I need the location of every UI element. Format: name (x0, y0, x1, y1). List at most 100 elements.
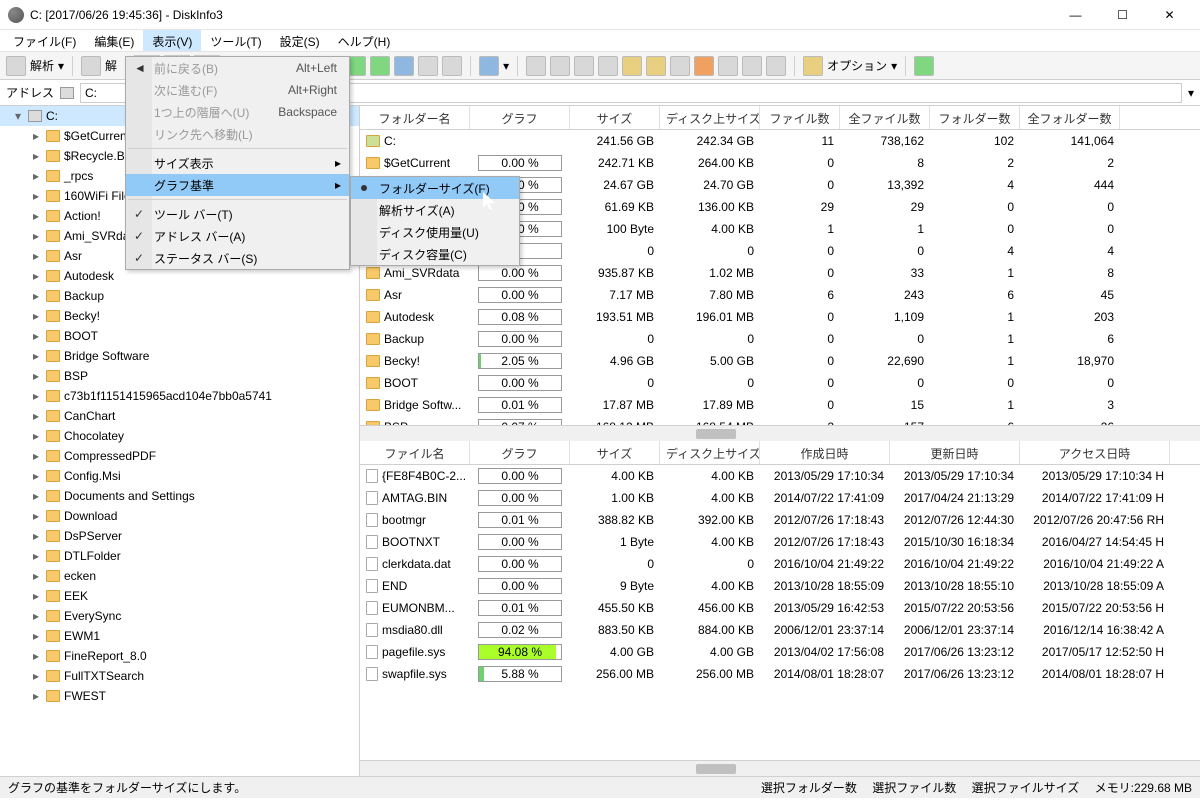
tree-item[interactable]: ▸EWM1 (0, 626, 359, 646)
folder-hscroll[interactable] (360, 425, 1200, 441)
tree-item[interactable]: ▸Config.Msi (0, 466, 359, 486)
tree-item[interactable]: ▸EEK (0, 586, 359, 606)
menu-link[interactable]: リンク先へ移動(L) (126, 123, 349, 145)
view-dropdown[interactable]: ◄前に戻る(B)Alt+Left 次に進む(F)Alt+Right 1つ上の階層… (125, 56, 350, 270)
table-row[interactable]: $GetCurrent0.00 %242.71 KB264.00 KB0822 (360, 152, 1200, 174)
graph-basis-submenu[interactable]: フォルダーサイズ(F) 解析サイズ(A) ディスク使用量(U) ディスク容量(C… (350, 176, 520, 266)
tool2-icon[interactable] (550, 56, 570, 76)
column-header[interactable]: フォルダー名 (360, 106, 470, 129)
address-dropdown-icon[interactable]: ▾ (1188, 86, 1194, 100)
tool6-icon[interactable] (646, 56, 666, 76)
tree-item[interactable]: ▸c73b1f1151415965acd104e7bb0a5741 (0, 386, 359, 406)
column-header[interactable]: グラフ (470, 441, 570, 464)
options-label[interactable]: オプション (827, 57, 887, 74)
menu-forward[interactable]: 次に進む(F)Alt+Right (126, 79, 349, 101)
menu-file[interactable]: ファイル(F) (4, 30, 85, 51)
column-header[interactable]: ファイル名 (360, 441, 470, 464)
column-header[interactable]: ディスク上サイズ (660, 441, 760, 464)
table-row[interactable]: END0.00 %9 Byte4.00 KB2013/10/28 18:55:0… (360, 575, 1200, 597)
table-row[interactable]: BOOT0.00 %000000 (360, 372, 1200, 394)
stop-icon[interactable] (81, 56, 101, 76)
tree-item[interactable]: ▸BSP (0, 366, 359, 386)
menu-size-display[interactable]: サイズ表示▸ (126, 152, 349, 174)
file-hscroll[interactable] (360, 760, 1200, 776)
table-row[interactable]: Autodesk0.08 %193.51 MB196.01 MB01,10912… (360, 306, 1200, 328)
clipboard-icon[interactable] (742, 56, 762, 76)
table-row[interactable]: Becky!2.05 %4.96 GB5.00 GB022,690118,970 (360, 350, 1200, 372)
table-row[interactable]: Asr0.00 %7.17 MB7.80 MB6243645 (360, 284, 1200, 306)
menu-edit[interactable]: 編集(E) (85, 30, 143, 51)
tool1-icon[interactable] (526, 56, 546, 76)
submenu-disk-used[interactable]: ディスク使用量(U) (351, 221, 519, 243)
menu-back[interactable]: ◄前に戻る(B)Alt+Left (126, 57, 349, 79)
analyze-label[interactable]: 解析 (30, 57, 54, 74)
tool8-icon[interactable] (718, 56, 738, 76)
table-row[interactable]: Bridge Softw...0.01 %17.87 MB17.89 MB015… (360, 394, 1200, 416)
menu-settings[interactable]: 設定(S) (271, 30, 329, 51)
table-row[interactable]: BSP0.07 %168.12 MB168.54 MB2157626 (360, 416, 1200, 425)
table-row[interactable]: C:241.56 GB242.34 GB11738,162102141,064 (360, 130, 1200, 152)
tree-item[interactable]: ▸CompressedPDF (0, 446, 359, 466)
table-row[interactable]: AMTAG.BIN0.00 %1.00 KB4.00 KB2014/07/22 … (360, 487, 1200, 509)
tree-item[interactable]: ▸Becky! (0, 306, 359, 326)
tool7-icon[interactable] (694, 56, 714, 76)
minimize-button[interactable]: — (1053, 1, 1098, 29)
tree-item[interactable]: ▸DTLFolder (0, 546, 359, 566)
table-row[interactable]: swapfile.sys5.88 %256.00 MB256.00 MB2014… (360, 663, 1200, 685)
submenu-folder-size[interactable]: フォルダーサイズ(F) (351, 177, 519, 199)
table-row[interactable]: bootmgr0.01 %388.82 KB392.00 KB2012/07/2… (360, 509, 1200, 531)
column-header[interactable]: 作成日時 (760, 441, 890, 464)
menu-statusbar[interactable]: ✓ステータス バー(S) (126, 247, 349, 269)
tree-item[interactable]: ▸EverySync (0, 606, 359, 626)
column-header[interactable]: サイズ (570, 441, 660, 464)
tree-item[interactable]: ▸Documents and Settings (0, 486, 359, 506)
table-row[interactable]: {FE8F4B0C-2...0.00 %4.00 KB4.00 KB2013/0… (360, 465, 1200, 487)
tree-item[interactable]: ▸FWEST (0, 686, 359, 706)
globe-icon[interactable] (914, 56, 934, 76)
file-grid[interactable]: {FE8F4B0C-2...0.00 %4.00 KB4.00 KB2013/0… (360, 465, 1200, 760)
column-header[interactable]: 全フォルダー数 (1020, 106, 1120, 129)
open-icon[interactable] (418, 56, 438, 76)
tree-item[interactable]: ▸DsPServer (0, 526, 359, 546)
tool9-icon[interactable] (766, 56, 786, 76)
tool5-icon[interactable] (622, 56, 642, 76)
refresh-icon[interactable] (394, 56, 414, 76)
export-icon[interactable] (442, 56, 462, 76)
tree-item[interactable]: ▸FullTXTSearch (0, 666, 359, 686)
column-header[interactable]: アクセス日時 (1020, 441, 1170, 464)
user-icon[interactable] (479, 56, 499, 76)
table-row[interactable]: clerkdata.dat0.00 %002016/10/04 21:49:22… (360, 553, 1200, 575)
menu-up[interactable]: 1つ上の階層へ(U)Backspace (126, 101, 349, 123)
column-header[interactable]: ファイル数 (760, 106, 840, 129)
menu-tool[interactable]: ツール(T) (201, 30, 270, 51)
submenu-disk-cap[interactable]: ディスク容量(C) (351, 243, 519, 265)
tree-item[interactable]: ▸Chocolatey (0, 426, 359, 446)
tree-item[interactable]: ▸Backup (0, 286, 359, 306)
close-button[interactable]: ✕ (1147, 1, 1192, 29)
table-row[interactable]: BOOTNXT0.00 %1 Byte4.00 KB2012/07/26 17:… (360, 531, 1200, 553)
tree-item[interactable]: ▸ecken (0, 566, 359, 586)
tree-item[interactable]: ▸CanChart (0, 406, 359, 426)
column-header[interactable]: 全ファイル数 (840, 106, 930, 129)
column-header[interactable]: ディスク上サイズ (660, 106, 760, 129)
nav-right-icon[interactable] (370, 56, 390, 76)
menu-view[interactable]: 表示(V) (143, 30, 201, 51)
menu-addressbar[interactable]: ✓アドレス バー(A) (126, 225, 349, 247)
tree-item[interactable]: ▸FineReport_8.0 (0, 646, 359, 666)
analyze-icon[interactable] (6, 56, 26, 76)
tool4-icon[interactable] (598, 56, 618, 76)
tree-item[interactable]: ▸Bridge Software (0, 346, 359, 366)
menu-toolbar[interactable]: ✓ツール バー(T) (126, 203, 349, 225)
menu-help[interactable]: ヘルプ(H) (329, 30, 400, 51)
menu-graph-basis[interactable]: グラフ基準▸ (126, 174, 349, 196)
table-row[interactable]: Backup0.00 %000016 (360, 328, 1200, 350)
column-header[interactable]: グラフ (470, 106, 570, 129)
table-row[interactable]: EUMONBM...0.01 %455.50 KB456.00 KB2013/0… (360, 597, 1200, 619)
column-header[interactable]: サイズ (570, 106, 660, 129)
tool3-icon[interactable] (574, 56, 594, 76)
column-header[interactable]: フォルダー数 (930, 106, 1020, 129)
tree-item[interactable]: ▸Download (0, 506, 359, 526)
tree-item[interactable]: ▸BOOT (0, 326, 359, 346)
table-row[interactable]: pagefile.sys94.08 %4.00 GB4.00 GB2013/04… (360, 641, 1200, 663)
column-header[interactable]: 更新日時 (890, 441, 1020, 464)
